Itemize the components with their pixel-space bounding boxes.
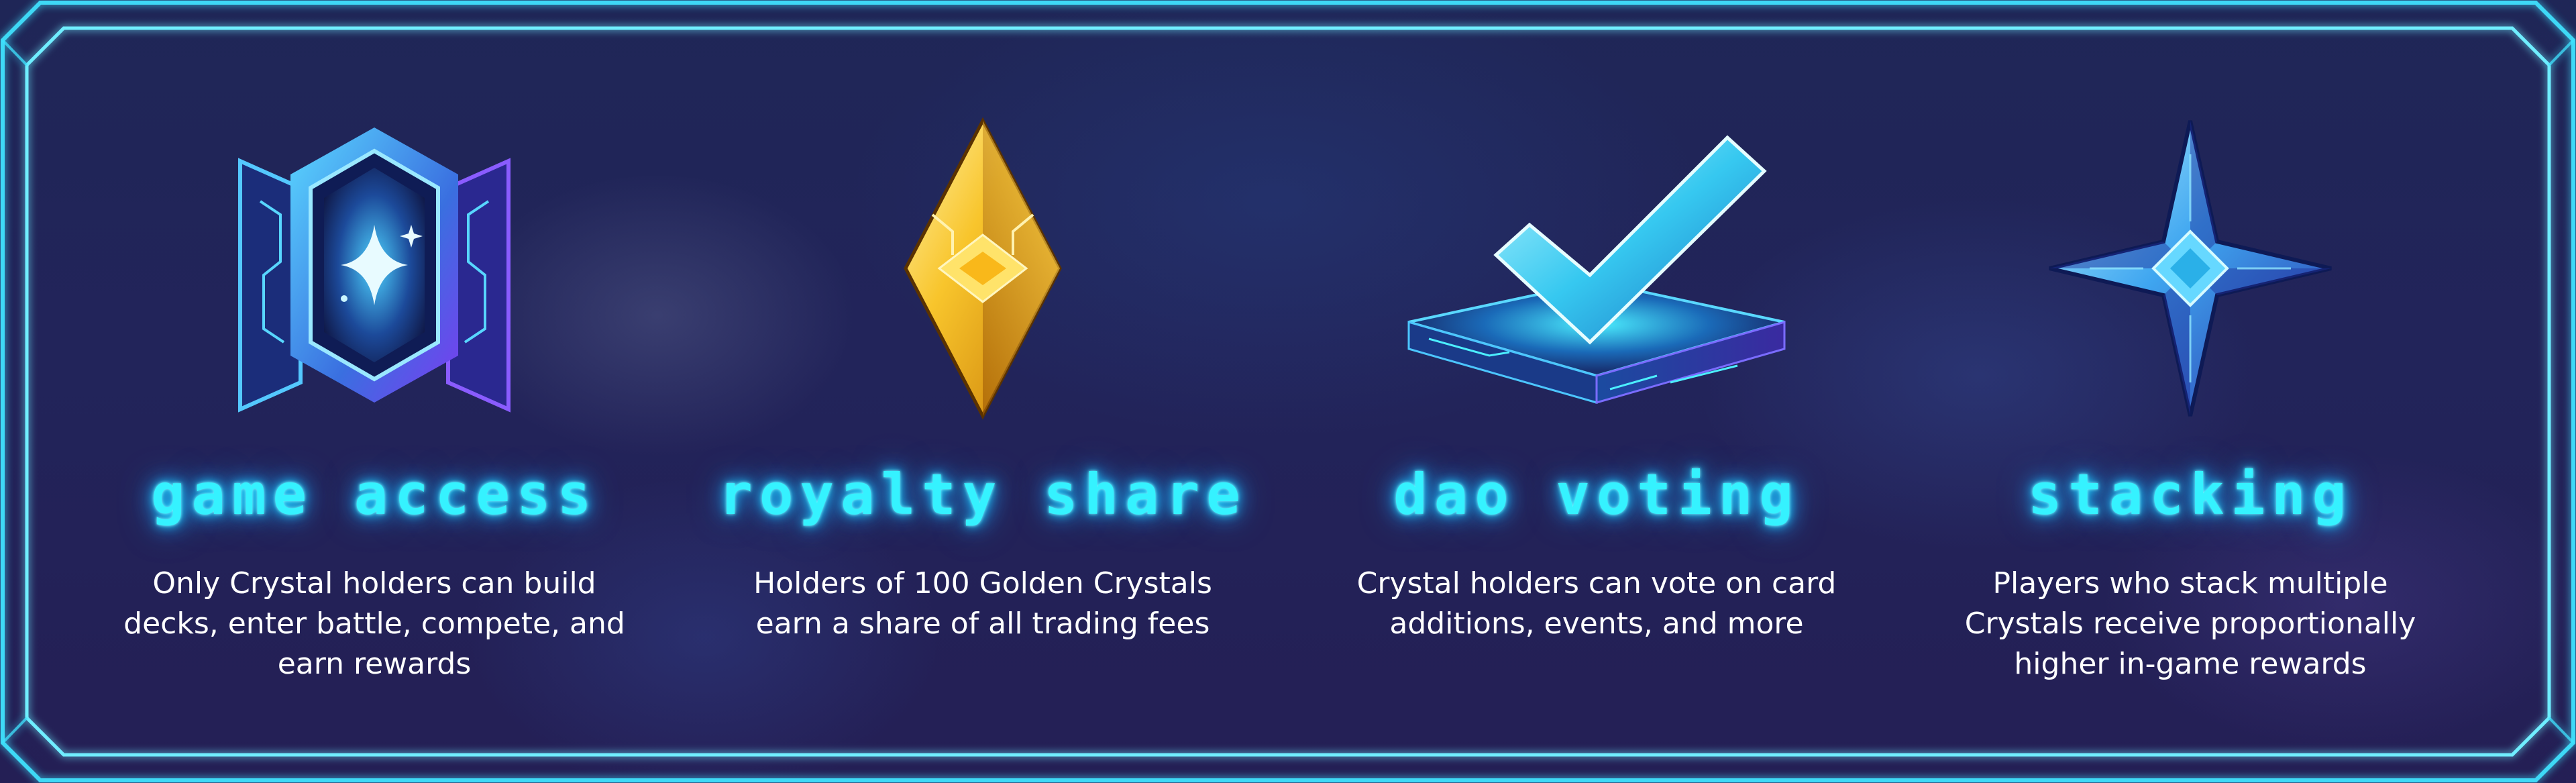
feature-title: Stacking bbox=[2027, 462, 2353, 527]
feature-description: Players who stack multiple Crystals rece… bbox=[1964, 566, 2416, 681]
feature-cards: Game Access Only Crystal holders can bui… bbox=[0, 0, 2576, 783]
feature-card-dao-voting: DAO Voting Crystal holders can vote on c… bbox=[1308, 101, 1885, 704]
four-point-star-crystal-icon bbox=[1902, 101, 2479, 450]
feature-title: Royalty Share bbox=[718, 462, 1247, 527]
golden-crystal-icon bbox=[694, 101, 1271, 450]
feature-description: Holders of 100 Golden Crystals earn a sh… bbox=[753, 566, 1212, 641]
crystal-shield-icon bbox=[86, 101, 663, 450]
feature-card-stacking: Stacking Players who stack multiple Crys… bbox=[1902, 101, 2479, 704]
feature-card-royalty-share: Royalty Share Holders of 100 Golden Crys… bbox=[694, 101, 1271, 704]
feature-description: Only Crystal holders can build decks, en… bbox=[123, 566, 625, 681]
features-banner: Game Access Only Crystal holders can bui… bbox=[0, 0, 2576, 783]
feature-title: Game Access bbox=[150, 462, 598, 527]
feature-description: Crystal holders can vote on card additio… bbox=[1356, 566, 1837, 641]
feature-card-game-access: Game Access Only Crystal holders can bui… bbox=[86, 101, 663, 704]
checkmark-platform-icon bbox=[1308, 101, 1885, 450]
feature-title: DAO Voting bbox=[1393, 462, 1800, 527]
